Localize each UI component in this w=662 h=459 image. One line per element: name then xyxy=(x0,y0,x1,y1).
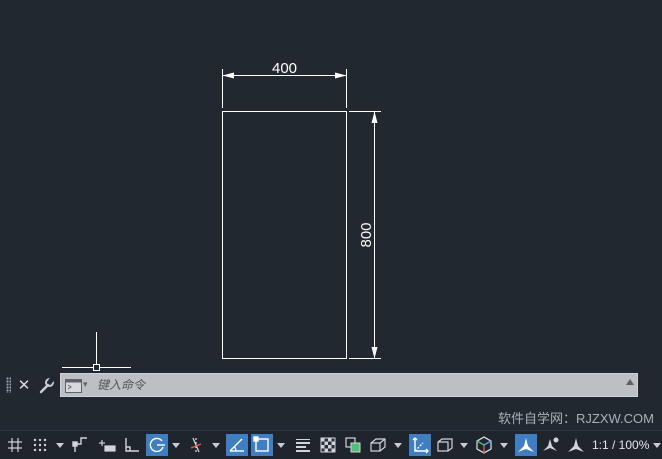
chevron-down-icon xyxy=(56,443,64,448)
wrench-icon[interactable] xyxy=(38,376,55,394)
3d-osnap-icon[interactable] xyxy=(367,434,389,456)
dimension-text-vertical: 800 xyxy=(358,222,375,247)
command-input[interactable] xyxy=(97,376,617,394)
status-bar: 1:1 / 100% xyxy=(0,430,662,459)
isometric-icon[interactable] xyxy=(185,434,207,456)
chevron-down-icon xyxy=(500,443,508,448)
lineweight-icon[interactable] xyxy=(292,434,314,456)
gizmo-dropdown[interactable] xyxy=(499,434,508,456)
snap-dots-icon[interactable] xyxy=(29,434,51,456)
selection-filter-icon[interactable] xyxy=(434,434,456,456)
annotation-scale-label[interactable]: 1:1 / 100% xyxy=(592,434,649,456)
scale-dropdown[interactable] xyxy=(652,434,661,456)
annotation-scale-icon[interactable] xyxy=(565,434,587,456)
command-line-grip[interactable] xyxy=(6,377,11,393)
chevron-down-icon xyxy=(212,443,220,448)
chevron-down-icon[interactable]: ▾ xyxy=(83,377,88,393)
chevron-down-icon xyxy=(653,443,661,448)
polar-dropdown[interactable] xyxy=(171,434,180,456)
3d-osnap-dropdown[interactable] xyxy=(393,434,402,456)
transparency-icon[interactable] xyxy=(317,434,339,456)
chevron-down-icon xyxy=(277,443,285,448)
watermark-text: 软件自学网：RJZXW.COM xyxy=(498,411,654,426)
chevron-down-icon xyxy=(394,443,402,448)
command-line: ✕ ▾ xyxy=(0,373,662,398)
infer-icon[interactable] xyxy=(70,434,92,456)
osnap-icon[interactable] xyxy=(251,434,273,456)
annotation-visibility-icon[interactable] xyxy=(515,434,537,456)
osnap-dropdown[interactable] xyxy=(276,434,285,456)
scroll-up-icon[interactable] xyxy=(626,379,634,385)
ortho-icon[interactable] xyxy=(121,434,143,456)
dimension-text-horizontal: 400 xyxy=(272,60,297,77)
selection-filter-dropdown[interactable] xyxy=(459,434,468,456)
selection-cycling-icon[interactable] xyxy=(342,434,364,456)
chevron-down-icon xyxy=(172,443,180,448)
command-prompt-icon[interactable] xyxy=(65,378,82,393)
crosshair-cursor-icon xyxy=(62,332,131,371)
close-icon[interactable]: ✕ xyxy=(16,375,32,395)
gizmo-icon[interactable] xyxy=(473,434,495,456)
isometric-dropdown[interactable] xyxy=(211,434,220,456)
grid-icon[interactable] xyxy=(4,434,26,456)
polar-icon[interactable] xyxy=(146,434,168,456)
dynamic-input-icon[interactable] xyxy=(96,434,118,456)
chevron-down-icon xyxy=(460,443,468,448)
auto-scale-icon[interactable] xyxy=(540,434,562,456)
snap-dropdown[interactable] xyxy=(55,434,64,456)
snap-tracking-icon[interactable] xyxy=(226,434,248,456)
rectangle-shape[interactable] xyxy=(222,111,347,359)
ucs-icon[interactable] xyxy=(409,434,431,456)
command-input-box[interactable]: ▾ xyxy=(60,373,638,397)
